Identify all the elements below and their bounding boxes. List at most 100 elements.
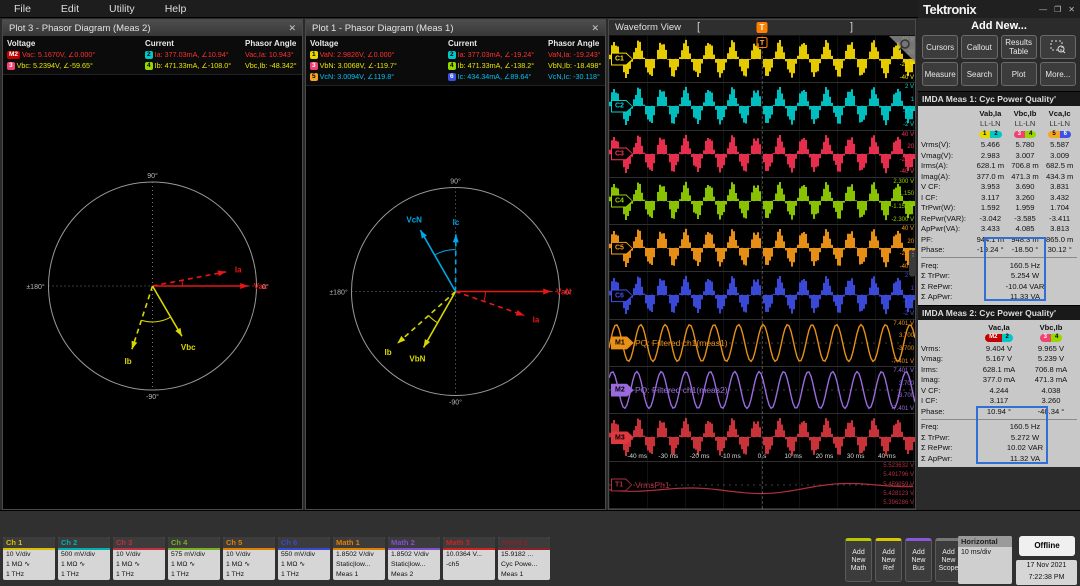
plot1-panel: Plot 1 - Phasor Diagram (Meas 1) ✕ Voltage… <box>305 19 606 510</box>
meas-row-label: Vrms(V): <box>921 140 951 150</box>
meas-row-label: Vmag: <box>921 354 943 364</box>
add-new-ref-button[interactable]: Add New Ref <box>875 538 902 582</box>
window-titlebar: Tektronix — ❐ ✕ <box>918 0 1080 18</box>
vertical-scale-labels: 7.401 V 3.700 -3.700 -7.401 V <box>891 368 914 412</box>
channel-card-ch3[interactable]: Ch 3 10 V/div 1 MΩ ∿ 1 THz <box>113 537 165 580</box>
horizontal-title: Horizontal <box>958 536 1012 547</box>
waveform-view-panel: Waveform View [ ] T T C140 V20-20 V-40 V… <box>608 19 917 510</box>
horizontal-scale-value: 10 ms/div <box>961 549 991 556</box>
plot-titlebar[interactable]: Plot 3 - Phasor Diagram (Meas 2) ✕ <box>3 20 302 36</box>
meas-value: 706.8 m <box>1011 161 1039 171</box>
cursors-button[interactable]: Cursors <box>922 35 959 59</box>
measure-button[interactable]: Measure <box>922 62 959 86</box>
meas-col-subheader: LL-LN <box>979 119 1001 129</box>
svg-text:Ia: Ia <box>235 265 242 274</box>
menu-edit[interactable]: Edit <box>61 3 79 15</box>
current-readout: Ib: 471.33mA, ∠-108.0° <box>154 61 232 70</box>
search-button[interactable]: Search <box>961 62 998 86</box>
restore-icon[interactable]: ❐ <box>1054 5 1061 14</box>
svg-text:Ia: Ia <box>533 316 540 325</box>
more--button[interactable]: More... <box>1039 62 1076 86</box>
plot-titlebar[interactable]: Plot 1 - Phasor Diagram (Meas 1) ✕ <box>306 20 605 36</box>
channel-card-math3[interactable]: Math 3 10.0364 V... -ch5 <box>443 537 495 580</box>
channel-card-math2[interactable]: Math 2 1.8502 V/div Static|low... Meas 2 <box>388 537 440 580</box>
menu-help[interactable]: Help <box>165 3 187 15</box>
meas1-header: IMDA Meas 1: Cyc Power Quality' <box>918 91 1080 106</box>
meas-value: 3.433 <box>980 224 1000 234</box>
channel-card-trend2[interactable]: Trend 2 15.9182 ... Cyc Powe... Meas 1 <box>498 537 550 580</box>
legend-row: 1 VaN: 2.9826V, ∠0.000° 2 Ia: 377.03mA, ∠-1… <box>310 49 601 60</box>
meas-value: 471.3 m <box>1011 171 1039 181</box>
meas-summary-value: 160.5 Hz <box>1009 260 1041 270</box>
vertical-scale-labels: 2 V 1 -1 V -2 V <box>902 273 914 318</box>
meas-row-label: V CF: <box>921 385 941 395</box>
menu-utility[interactable]: Utility <box>109 3 135 15</box>
trigger-position-icon[interactable]: T <box>756 22 768 33</box>
channel-card-setting: 15.9182 ... <box>501 551 534 558</box>
close-icon[interactable]: ✕ <box>591 23 599 34</box>
callout-button[interactable]: Callout <box>961 35 998 59</box>
menu-file[interactable]: File <box>14 3 31 15</box>
zoom-select-icon-button[interactable] <box>1039 35 1076 59</box>
source-badge: M2 <box>7 50 21 59</box>
svg-text:Ib: Ib <box>384 348 391 357</box>
legend-column-header: Phasor Angle <box>548 39 600 48</box>
meas-col-header: Vac,Ia <box>988 322 1010 332</box>
channel-card-ch4[interactable]: Ch 4 575 mV/div 1 MΩ ∿ 1 THz <box>168 537 220 580</box>
meas-col-header: Vbc,Ib <box>1013 108 1037 118</box>
channel-card-name: Math 2 <box>388 537 440 550</box>
channel-card-ch6[interactable]: Ch 6 550 mV/div 1 MΩ ∿ 1 THz <box>278 537 330 580</box>
phasor-angle-readout: VcN,Ic: -30.118° <box>548 72 600 81</box>
meas2-header: IMDA Meas 2: Cyc Power Quality' <box>918 305 1080 320</box>
close-icon[interactable]: ✕ <box>1068 5 1075 14</box>
channel-card-ch2[interactable]: Ch 2 500 mV/div 1 MΩ ∿ 1 THz <box>58 537 110 580</box>
legend-column-header: Phasor Angle <box>245 39 297 48</box>
minimize-icon[interactable]: — <box>1039 5 1047 14</box>
meas-value: 9.965 V <box>1037 343 1065 353</box>
waveform-view-title: Waveform View <box>615 22 681 33</box>
meas-value: 3.831 <box>1050 182 1070 192</box>
zoom-bracket-left[interactable]: [ <box>697 21 700 33</box>
meas-value: 682.5 m <box>1045 161 1074 171</box>
meas-summary-label: Σ TrPwr: <box>921 271 950 281</box>
meas-value: 377.0 mA <box>982 375 1016 385</box>
svg-text:Ic: Ic <box>453 218 460 227</box>
meas-value: 944.1 m <box>976 234 1005 244</box>
trigger-level-icon[interactable]: T <box>756 37 768 48</box>
plot-button[interactable]: Plot <box>1000 62 1037 86</box>
zoom-corner-icon[interactable] <box>889 36 915 62</box>
source-badge: 2 <box>448 50 456 59</box>
trigger-centerline <box>762 36 763 509</box>
sidebar-button-grid: Cursors Callout Results Table Measure Search… <box>918 35 1080 91</box>
offline-button[interactable]: Offline <box>1019 536 1075 556</box>
meas-summary-value: 10.02 VAR <box>1006 443 1044 453</box>
sidebar: Tektronix — ❐ ✕ Add New... Cursors Callout R… <box>918 0 1080 510</box>
vertical-scale-labels: 2 V 1 -1 V -2 V <box>902 84 914 129</box>
meas-summary-value: 11.33 VA <box>1009 292 1041 302</box>
channel-card-math1[interactable]: Math 1 1.8502 V/div Static|low... Meas 1 <box>333 537 385 580</box>
plot3-panel: Plot 3 - Phasor Diagram (Meas 2) ✕ Voltage… <box>2 19 303 510</box>
channel-card-name: Ch 3 <box>113 537 165 550</box>
add-new-math-button[interactable]: Add New Math <box>845 538 872 582</box>
results-table-button[interactable]: Results Table <box>1000 35 1037 59</box>
meas-value: 30.12 ° <box>1047 245 1072 255</box>
zoom-bracket-right[interactable]: ] <box>850 21 853 33</box>
channel-card-ch1[interactable]: Ch 1 10 V/div 1 MΩ ∿ 1 THz <box>3 537 55 580</box>
meas-summary-label: Σ TrPwr: <box>921 432 950 442</box>
channel-card-setting: 1 THz <box>226 571 245 578</box>
meas-col-header: Vca,Ic <box>1048 108 1071 118</box>
meas-row-label: TrPwr(W): <box>921 203 956 213</box>
horizontal-panel[interactable]: Horizontal 10 ms/div <box>958 536 1012 584</box>
meas-col-header: Vab,Ia <box>979 108 1002 118</box>
voltage-readout: VcN: 3.0094V, ∠119.8° <box>319 72 395 81</box>
channel-card-setting: 1 THz <box>116 571 135 578</box>
waveform-view-titlebar[interactable]: Waveform View [ ] T <box>609 20 915 36</box>
channel-card-setting: 10 V/div <box>6 551 31 558</box>
channel-card-ch5[interactable]: Ch 5 10 V/div 1 MΩ ∿ 1 THz <box>223 537 275 580</box>
meas-value: 471.3 mA <box>1034 375 1068 385</box>
close-icon[interactable]: ✕ <box>288 23 296 34</box>
panel-drag-handle[interactable]: ⋮ <box>909 250 917 276</box>
add-new-label: Add New... <box>971 20 1027 32</box>
meas-value: 3.117 <box>981 192 1000 202</box>
add-new-bus-button[interactable]: Add New Bus <box>905 538 932 582</box>
